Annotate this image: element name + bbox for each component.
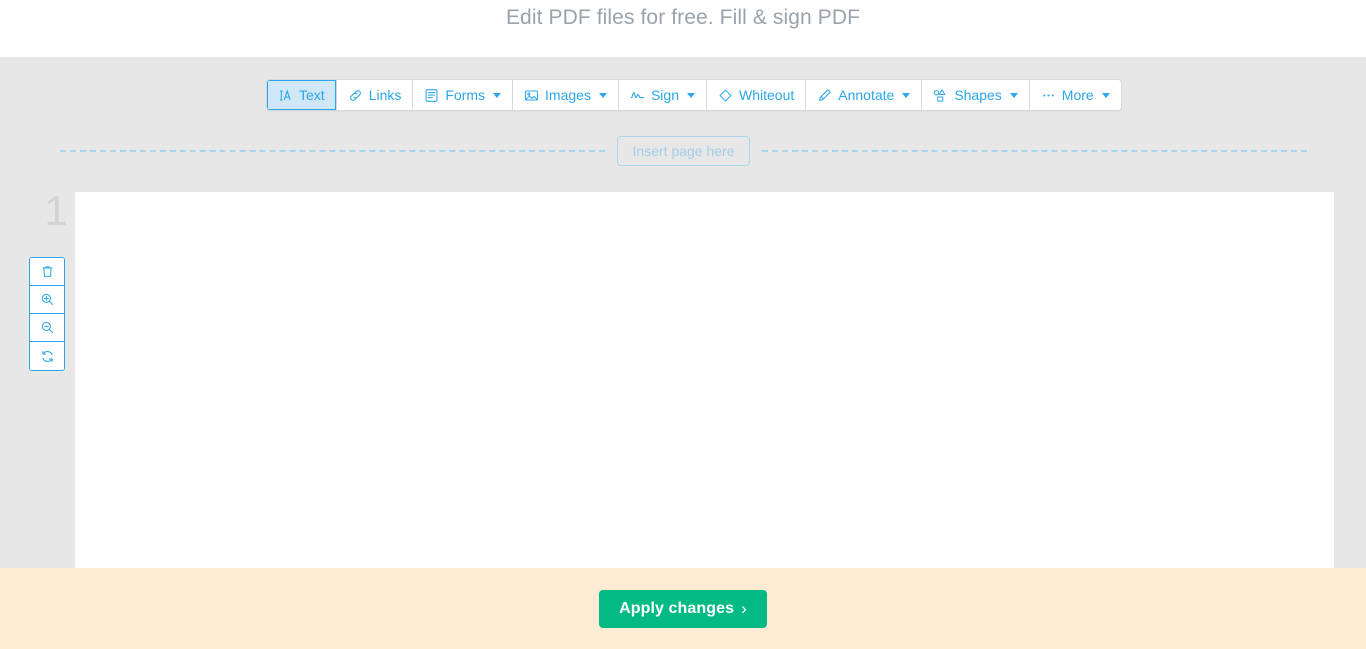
chevron-down-icon [687, 92, 695, 98]
tool-label-images: Images [545, 87, 591, 103]
chevron-down-icon [902, 92, 911, 98]
page-tools-rail [29, 257, 65, 371]
tool-label-sign: Sign [650, 87, 679, 103]
trash-icon [40, 264, 55, 279]
tool-button-forms[interactable]: Forms [413, 80, 514, 110]
pen-icon [817, 88, 832, 103]
tool-label-text: Text [299, 87, 325, 103]
image-icon [524, 88, 539, 103]
signature-icon [630, 88, 645, 103]
delete-page-button[interactable] [30, 258, 64, 286]
tool-button-annotate[interactable]: Annotate [806, 80, 923, 110]
pdf-page-canvas[interactable] [75, 192, 1334, 568]
tool-label-whiteout: Whiteout [739, 87, 795, 103]
apply-changes-button[interactable]: Apply changes › [599, 589, 767, 628]
eraser-icon [718, 88, 733, 103]
tool-button-text[interactable]: Text [267, 80, 337, 110]
zoom-in-page-button[interactable] [30, 286, 64, 314]
rotate-icon [40, 349, 55, 364]
shapes-icon [933, 88, 948, 103]
text-cursor-icon [278, 88, 293, 103]
form-icon [424, 88, 439, 103]
insert-page-divider: Insert page here [0, 135, 1366, 167]
zoom-out-icon [40, 320, 55, 335]
chevron-right-icon: › [741, 599, 747, 618]
tool-label-shapes: Shapes [954, 87, 1002, 103]
chevron-down-icon [598, 92, 607, 98]
zoom-in-icon [40, 292, 55, 307]
editor-footer: Apply changes › [0, 568, 1366, 649]
editor-toolbar: Text Links Forms Images Sign Whiteout An… [266, 79, 1122, 111]
pdf-editor-app: Edit PDF files for free. Fill & sign PDF… [0, 0, 1366, 649]
tool-button-sign[interactable]: Sign [618, 80, 707, 110]
tool-button-links[interactable]: Links [336, 80, 414, 110]
editor-workspace: Text Links Forms Images Sign Whiteout An… [0, 57, 1366, 568]
page-number-label: 1 [44, 187, 68, 234]
page-header: Edit PDF files for free. Fill & sign PDF [0, 0, 1366, 57]
chevron-down-icon [493, 92, 502, 98]
tool-button-more[interactable]: More [1029, 80, 1121, 110]
page-subtitle: Edit PDF files for free. Fill & sign PDF [505, 6, 861, 29]
tool-button-whiteout[interactable]: Whiteout [707, 80, 807, 110]
apply-changes-label: Apply changes [619, 599, 735, 617]
chevron-down-icon [1101, 92, 1110, 98]
rotate-page-button[interactable] [30, 342, 64, 370]
link-icon [348, 88, 363, 103]
tool-label-links: Links [368, 87, 402, 103]
tool-button-images[interactable]: Images [513, 80, 619, 110]
zoom-out-page-button[interactable] [30, 314, 64, 342]
chevron-down-icon [1009, 92, 1018, 98]
ellipsis-icon [1041, 88, 1056, 103]
insert-divider-line-left [60, 150, 605, 152]
tool-label-forms: Forms [445, 87, 486, 103]
tool-button-shapes[interactable]: Shapes [922, 80, 1030, 110]
tool-label-annotate: Annotate [838, 87, 895, 103]
insert-page-button[interactable]: Insert page here [616, 136, 751, 166]
tool-label-more: More [1061, 87, 1094, 103]
insert-divider-line-right [762, 150, 1307, 152]
